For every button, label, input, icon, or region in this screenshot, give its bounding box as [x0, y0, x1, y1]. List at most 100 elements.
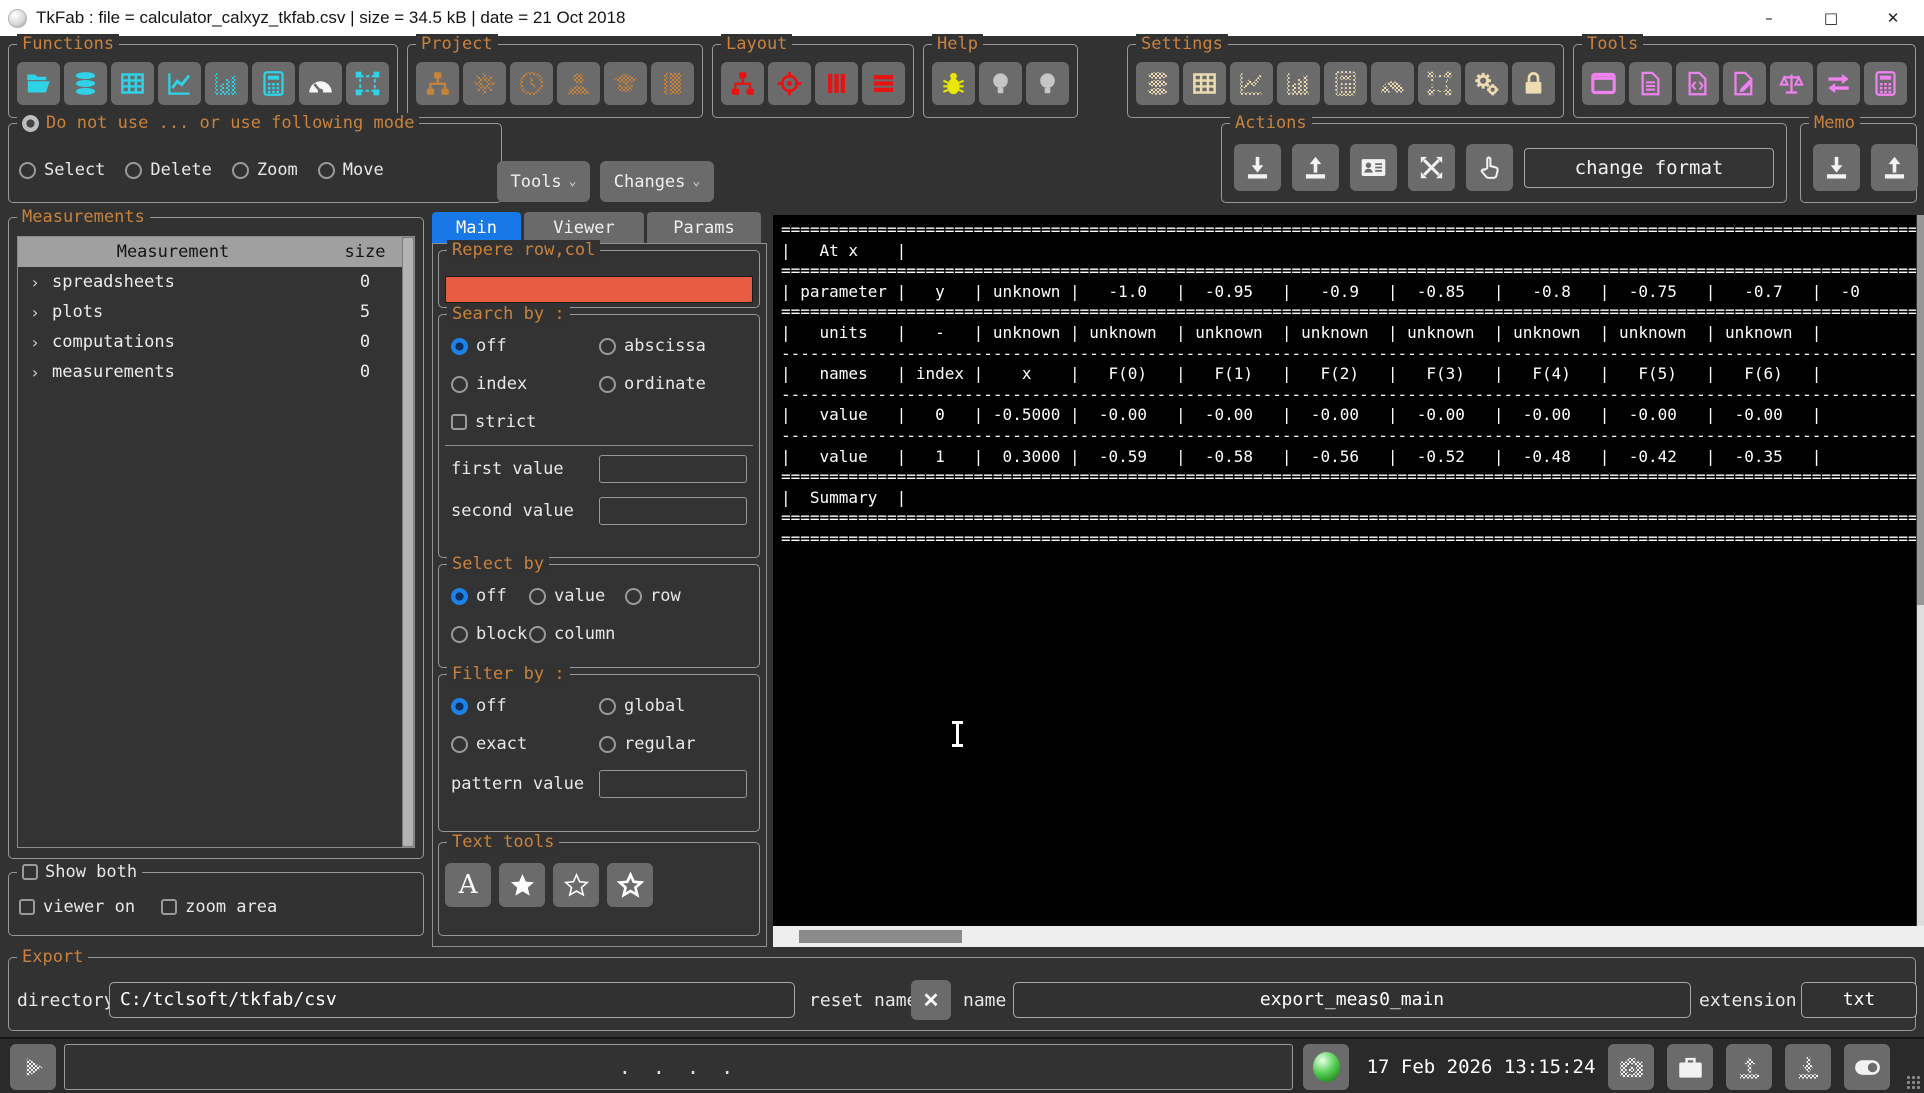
- search-index-radio[interactable]: index: [451, 374, 599, 394]
- gears-button[interactable]: [1465, 62, 1508, 105]
- mode-move-radio[interactable]: Move: [318, 160, 384, 180]
- tree-row-measurements[interactable]: ›measurements0: [18, 357, 402, 387]
- mode-delete-radio[interactable]: Delete: [125, 160, 211, 180]
- filter-off-radio[interactable]: off: [451, 696, 599, 716]
- play-button[interactable]: [10, 1044, 56, 1090]
- maximize-button[interactable]: □: [1800, 0, 1862, 36]
- tree-scrollbar[interactable]: [402, 237, 414, 847]
- first-value-entry[interactable]: [599, 455, 747, 483]
- filter-exact-radio[interactable]: exact: [451, 734, 599, 754]
- status-led-button[interactable]: [1303, 1044, 1349, 1090]
- download-button[interactable]: [1813, 144, 1860, 191]
- calculator-button[interactable]: [1324, 62, 1367, 105]
- search-ordinate-radio[interactable]: ordinate: [599, 374, 706, 394]
- tab-main[interactable]: Main: [432, 212, 521, 243]
- mode-select-radio[interactable]: Select: [19, 160, 105, 180]
- horizontal-bars-button[interactable]: [862, 62, 905, 105]
- column-size[interactable]: size: [328, 242, 402, 262]
- terminal-horizontal-scrollbar[interactable]: [773, 926, 1924, 947]
- tree-scrollbar-thumb[interactable]: [403, 238, 413, 846]
- database-button[interactable]: [1136, 62, 1179, 105]
- grad-cap-button[interactable]: [604, 62, 647, 105]
- upload-button[interactable]: [1292, 144, 1339, 191]
- star-filled-button[interactable]: [499, 863, 545, 907]
- camera-button[interactable]: [1608, 1044, 1654, 1090]
- vertical-bars-button[interactable]: [815, 62, 858, 105]
- mode-zoom-radio[interactable]: Zoom: [232, 160, 298, 180]
- viewer-on-checkbox[interactable]: viewer on: [19, 897, 135, 917]
- select-block-radio[interactable]: block: [451, 624, 529, 644]
- pattern-value-entry[interactable]: [599, 770, 747, 798]
- cross-arrows-button[interactable]: [1408, 144, 1455, 191]
- database-button[interactable]: [64, 62, 107, 105]
- chevron-right-icon[interactable]: ›: [18, 333, 52, 352]
- do-not-use-radio[interactable]: [22, 115, 39, 132]
- select-row-radio[interactable]: row: [625, 586, 681, 606]
- gauge-button[interactable]: [299, 62, 342, 105]
- table-button[interactable]: [1183, 62, 1226, 105]
- directory-entry[interactable]: C:/tclsoft/tkfab/csv: [109, 982, 795, 1018]
- tree-row-spreadsheets[interactable]: ›spreadsheets0: [18, 267, 402, 297]
- tree-row-computations[interactable]: ›computations0: [18, 327, 402, 357]
- line-chart-button[interactable]: [158, 62, 201, 105]
- clock-button[interactable]: [510, 62, 553, 105]
- bar-chart-button[interactable]: [205, 62, 248, 105]
- toggle-button[interactable]: [1844, 1044, 1890, 1090]
- tab-viewer[interactable]: Viewer: [524, 212, 644, 243]
- terminal-vertical-thumb[interactable]: [1917, 215, 1924, 605]
- notebook-button[interactable]: [651, 62, 694, 105]
- changes-menu-button[interactable]: Changes ⌄: [600, 161, 714, 202]
- download-button[interactable]: [1785, 1044, 1831, 1090]
- select-column-radio[interactable]: column: [529, 624, 615, 644]
- bulb-button[interactable]: [1026, 62, 1069, 105]
- briefcase-button[interactable]: [1667, 1044, 1713, 1090]
- org-tree-button[interactable]: [721, 62, 764, 105]
- terminal-horizontal-thumb[interactable]: [799, 930, 962, 943]
- upload-button[interactable]: [1726, 1044, 1772, 1090]
- letter-a-button[interactable]: A: [445, 863, 491, 907]
- org-tree-button[interactable]: [416, 62, 459, 105]
- table-button[interactable]: [111, 62, 154, 105]
- swap-arrows-button[interactable]: [1817, 62, 1860, 105]
- extension-entry[interactable]: txt: [1801, 982, 1917, 1018]
- bulb-button[interactable]: [979, 62, 1022, 105]
- close-button[interactable]: ✕: [1862, 0, 1924, 36]
- reset-name-button[interactable]: ✕: [911, 980, 951, 1020]
- second-value-entry[interactable]: [599, 497, 747, 525]
- user-button[interactable]: [557, 62, 600, 105]
- terminal-vertical-scrollbar[interactable]: [1917, 215, 1924, 926]
- tab-params[interactable]: Params: [647, 212, 761, 243]
- lock-button[interactable]: [1512, 62, 1555, 105]
- select-frame-button[interactable]: [346, 62, 389, 105]
- filter-global-radio[interactable]: global: [599, 696, 685, 716]
- column-measurement[interactable]: Measurement: [18, 242, 328, 262]
- minimize-button[interactable]: –: [1738, 0, 1800, 36]
- select-frame-button[interactable]: [1418, 62, 1461, 105]
- target-button[interactable]: [768, 62, 811, 105]
- chevron-right-icon[interactable]: ›: [18, 303, 52, 322]
- document-button[interactable]: [1629, 62, 1672, 105]
- bar-chart-button[interactable]: [1277, 62, 1320, 105]
- folder-open-button[interactable]: [17, 62, 60, 105]
- calculator-button[interactable]: [252, 62, 295, 105]
- download-button[interactable]: [1234, 144, 1281, 191]
- select-off-radio[interactable]: off: [451, 586, 529, 606]
- show-both-checkbox[interactable]: [22, 864, 38, 880]
- search-abscissa-radio[interactable]: abscissa: [599, 336, 706, 356]
- change-format-button[interactable]: change format: [1524, 148, 1774, 188]
- gauge-button[interactable]: [1371, 62, 1414, 105]
- zoom-area-checkbox[interactable]: zoom area: [161, 897, 277, 917]
- strict-checkbox[interactable]: strict: [451, 412, 536, 432]
- filter-regular-radio[interactable]: regular: [599, 734, 696, 754]
- tree-row-plots[interactable]: ›plots5: [18, 297, 402, 327]
- bug-button[interactable]: [932, 62, 975, 105]
- name-entry[interactable]: export_meas0_main: [1013, 982, 1691, 1018]
- scales-button[interactable]: [1770, 62, 1813, 105]
- star-outline-bold-button[interactable]: [607, 863, 653, 907]
- chevron-right-icon[interactable]: ›: [18, 273, 52, 292]
- repere-entry[interactable]: [445, 276, 753, 303]
- search-off-radio[interactable]: off: [451, 336, 599, 356]
- upload-button[interactable]: [1871, 144, 1918, 191]
- document-code-button[interactable]: [1676, 62, 1719, 105]
- id-card-button[interactable]: [1350, 144, 1397, 191]
